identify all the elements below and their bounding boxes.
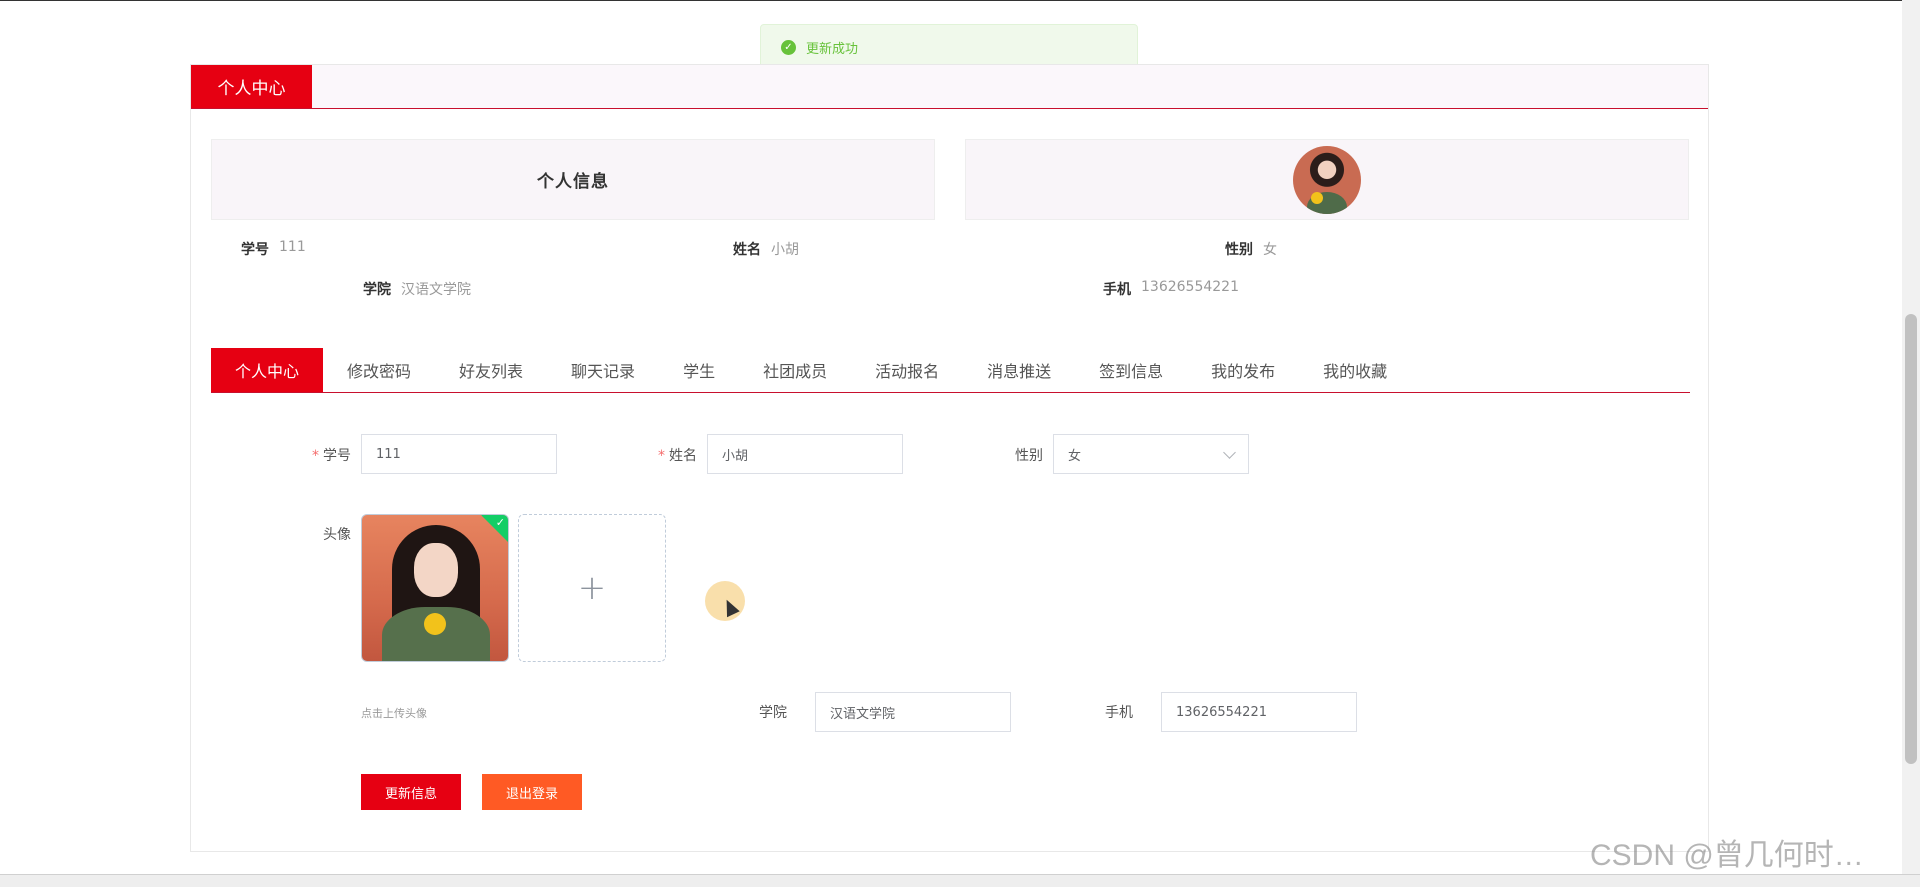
info-title-box: 个人信息 bbox=[211, 139, 935, 220]
plus-icon: + bbox=[577, 568, 607, 608]
top-border bbox=[0, 0, 1920, 1]
phone-input[interactable] bbox=[1161, 692, 1357, 732]
tab-friend-list[interactable]: 好友列表 bbox=[435, 348, 547, 392]
tab-message-push[interactable]: 消息推送 bbox=[963, 348, 1075, 392]
college-label: 学院 bbox=[759, 705, 787, 721]
gender-label: 性别 bbox=[1015, 448, 1043, 464]
uploaded-avatar-thumbnail[interactable]: ✓ bbox=[361, 514, 509, 662]
tab-checkin-info[interactable]: 签到信息 bbox=[1075, 348, 1187, 392]
chevron-down-icon bbox=[1223, 445, 1236, 459]
tab-students[interactable]: 学生 bbox=[659, 348, 739, 392]
toast-message: 更新成功 bbox=[806, 41, 859, 57]
tab-chat-history[interactable]: 聊天记录 bbox=[547, 348, 659, 392]
info-college: 学院 汉语文学院 bbox=[363, 282, 471, 298]
profile-panel: 个人中心 个人信息 学号 111 姓名 小胡 性别 女 学院 汉语文学院 手机 … bbox=[190, 64, 1709, 852]
avatar-upload-button[interactable]: + bbox=[518, 514, 666, 662]
info-gender: 性别 女 bbox=[1225, 242, 1277, 258]
gender-select[interactable]: 女 bbox=[1053, 434, 1249, 474]
avatar-box bbox=[965, 139, 1689, 220]
tab-club-members[interactable]: 社团成员 bbox=[739, 348, 851, 392]
avatar-upload-hint: 点击上传头像 bbox=[361, 707, 427, 720]
info-student-id: 学号 111 bbox=[241, 239, 306, 258]
tab-bar: 个人中心 修改密码 好友列表 聊天记录 学生 社团成员 活动报名 消息推送 签到… bbox=[211, 348, 1690, 393]
tab-change-password[interactable]: 修改密码 bbox=[323, 348, 435, 392]
check-circle-icon: ✓ bbox=[781, 39, 796, 55]
avatar bbox=[1293, 145, 1361, 214]
scrollbar-thumb[interactable] bbox=[1905, 314, 1917, 764]
bottom-bar bbox=[0, 874, 1920, 887]
student-id-label: * 学号 bbox=[312, 448, 351, 464]
tab-event-signup[interactable]: 活动报名 bbox=[851, 348, 963, 392]
tab-my-posts[interactable]: 我的发布 bbox=[1187, 348, 1299, 392]
check-icon: ✓ bbox=[495, 516, 505, 529]
panel-header: 个人中心 bbox=[191, 65, 1708, 109]
update-info-button[interactable]: 更新信息 bbox=[361, 774, 461, 810]
info-name: 姓名 小胡 bbox=[733, 242, 799, 258]
logout-button[interactable]: 退出登录 bbox=[482, 774, 582, 810]
info-title: 个人信息 bbox=[537, 172, 609, 192]
tab-my-favorites[interactable]: 我的收藏 bbox=[1299, 348, 1411, 392]
tab-personal-center[interactable]: 个人中心 bbox=[211, 348, 324, 392]
name-label: * 姓名 bbox=[658, 448, 697, 464]
phone-label: 手机 bbox=[1105, 705, 1133, 721]
info-phone: 手机 13626554221 bbox=[1103, 279, 1239, 298]
panel-title: 个人中心 bbox=[191, 65, 312, 108]
name-input[interactable] bbox=[707, 434, 903, 474]
college-input[interactable] bbox=[815, 692, 1011, 732]
avatar-label: 头像 bbox=[323, 527, 351, 543]
watermark: CSDN @曾几何时… bbox=[1590, 839, 1864, 872]
student-id-input[interactable] bbox=[361, 434, 557, 474]
